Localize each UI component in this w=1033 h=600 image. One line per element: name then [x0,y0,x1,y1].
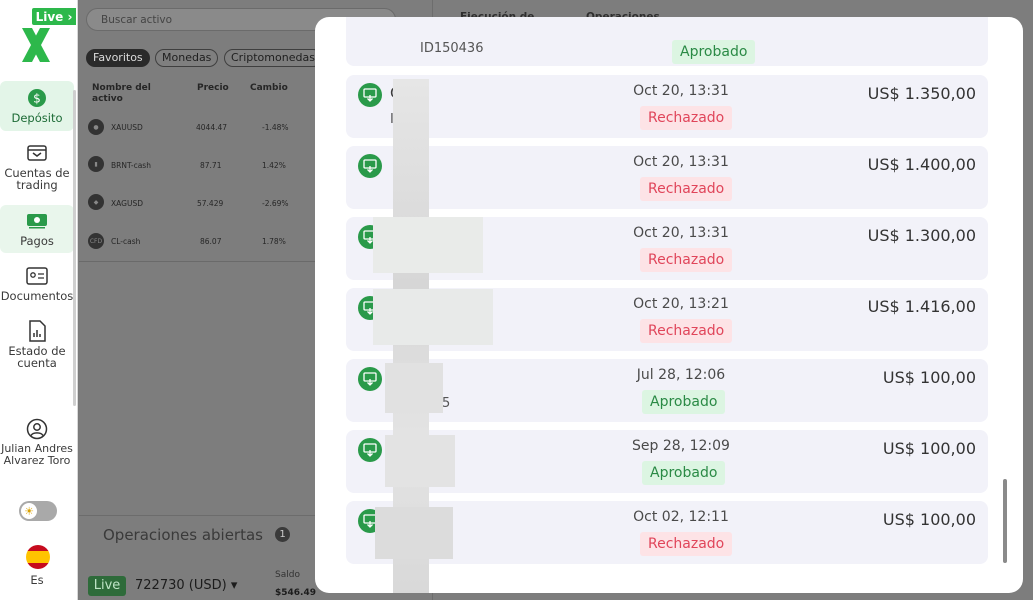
sun-icon: ☀ [21,503,37,519]
asset-price: 87.71 [200,161,222,170]
transaction-amount: US$ 1.400,00 [867,155,976,174]
privacy-blur [385,435,455,487]
payments-history-modal: ID150436 Aprobado C I Oct 20, 13:31 Rech… [315,17,1023,593]
status-badge: Rechazado [640,248,733,272]
privacy-blur [385,363,443,413]
dollar-coin-icon: $ [26,87,48,109]
transaction-date: Oct 20, 13:21 [633,296,729,312]
header-price[interactable]: Precio [197,83,229,94]
transaction-id: 5 [442,396,451,411]
transaction-date: Oct 20, 13:31 [633,225,729,241]
deposit-icon [358,83,382,107]
transaction-date: Oct 20, 13:31 [633,83,729,99]
asset-change: 1.42% [262,161,286,170]
asset-price: 57.429 [197,199,224,208]
sidebar-item-label: Documentos [0,289,74,303]
account-mode-badge: Live [88,576,126,596]
spain-flag-icon[interactable] [26,545,50,569]
sidebar-item-deposit[interactable]: $ Depósito [0,81,74,131]
deposit-icon [358,438,382,462]
id-card-icon [26,265,48,287]
saldo-label: Saldo [275,570,300,580]
transaction-date: Oct 20, 13:31 [633,154,729,170]
transaction-amount: US$ 100,00 [882,368,976,387]
sidebar-item-account-statement[interactable]: Estado de cuenta [0,320,74,369]
transaction-amount: US$ 1.300,00 [867,226,976,245]
transaction-card[interactable]: C I Oct 20, 13:31 Rechazado US$ 1.350,00 [346,75,988,138]
sidebar-item-payments[interactable]: Pagos [0,205,74,253]
status-badge: Aprobado [672,40,756,64]
cfd-icon: CFD [88,233,104,249]
theme-toggle[interactable]: ☀ [19,501,57,521]
chip-favorites[interactable]: Favoritos [86,49,150,67]
language-label: Es [30,573,44,587]
open-operations-tab[interactable]: Operaciones abiertas [103,526,263,544]
gold-coin-icon: ● [88,119,104,135]
saldo-value: $546.49 [275,588,316,598]
chevron-down-icon: ▾ [230,578,238,593]
wallet-icon [26,142,48,164]
cash-icon [26,210,48,232]
divider [79,261,316,262]
transaction-date: Oct 02, 12:11 [633,509,729,525]
asset-symbol[interactable]: XAGUSD [111,199,143,208]
status-badge: Aprobado [642,390,726,414]
sidebar-item-label: Cuentas de trading [4,166,70,192]
sidebar-item-label: Estado de cuenta [8,344,66,370]
asset-price: 86.07 [200,237,222,246]
transaction-id: ID150436 [420,41,484,56]
silver-coin-icon: ◆ [88,194,104,210]
asset-symbol[interactable]: CL-cash [111,237,140,246]
transaction-amount: US$ 100,00 [882,439,976,458]
privacy-blur [373,217,483,273]
status-badge: Aprobado [642,461,726,485]
svg-text:$: $ [33,92,41,106]
header-change[interactable]: Cambio [250,83,288,94]
sidebar-user-profile[interactable]: Julian Andres Alvarez Toro [0,418,74,467]
chip-crypto[interactable]: Criptomonedas [224,49,322,67]
asset-change: 1.78% [262,237,286,246]
deposit-icon [358,154,382,178]
xm-logo-icon[interactable] [18,22,54,66]
status-badge: Rechazado [640,106,733,130]
privacy-blur [373,289,493,345]
transaction-amount: US$ 1.350,00 [867,84,976,103]
status-badge: Rechazado [640,177,733,201]
account-selector[interactable]: 722730 (USD) ▾ [135,578,237,593]
header-asset-name[interactable]: Nombre del activo [92,83,167,105]
sidebar-item-label: Depósito [11,111,63,125]
status-badge: Rechazado [640,532,733,556]
modal-scrollbar[interactable] [1003,479,1007,563]
transaction-date: Jul 28, 12:06 [636,367,726,383]
sidebar-item-label: Pagos [20,234,54,248]
transaction-card[interactable]: Oct 20, 13:31 Rechazado US$ 1.400,00 [346,146,988,209]
transaction-amount: US$ 1.416,00 [867,297,976,316]
asset-symbol[interactable]: BRNT-cash [111,161,151,170]
deposit-icon [358,367,382,391]
status-badge: Rechazado [640,319,733,343]
asset-change: -2.69% [262,199,289,208]
chip-currencies[interactable]: Monedas [155,49,219,67]
sidebar-item-documents[interactable]: Documentos [0,265,74,302]
transaction-date: Sep 28, 12:09 [632,438,730,454]
privacy-blur [375,507,453,559]
account-id: 722730 (USD) [135,578,227,593]
asset-price: 4044.47 [196,123,228,132]
oil-barrel-icon: ▮ [88,156,104,172]
transaction-card[interactable]: ID150436 Aprobado [346,17,988,66]
transaction-amount: US$ 100,00 [882,510,976,529]
user-icon [26,418,48,440]
document-chart-icon [26,320,48,342]
asset-symbol[interactable]: XAUUSD [111,123,143,132]
sidebar-item-trading-accounts[interactable]: Cuentas de trading [0,142,74,191]
asset-change: -1.48% [262,123,289,132]
sidebar-scrollbar[interactable] [73,90,76,406]
sidebar: Live › $ Depósito Cuentas de trading Pag… [0,0,78,600]
user-name: Julian Andres Alvarez Toro [1,442,73,467]
open-operations-count: 1 [275,527,290,542]
